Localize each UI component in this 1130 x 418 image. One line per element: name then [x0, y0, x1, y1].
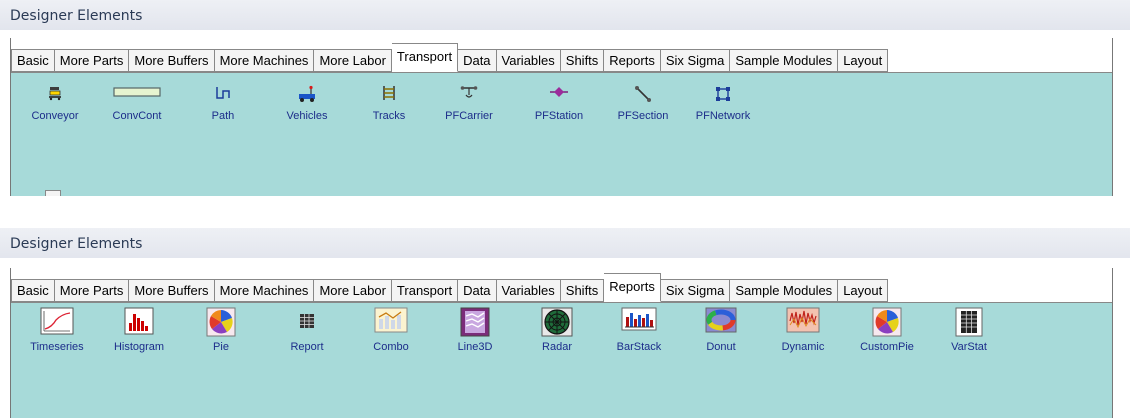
element-label: PFNetwork — [695, 110, 751, 122]
tab-transport[interactable]: Transport — [391, 43, 459, 72]
element-label: PFStation — [534, 110, 584, 122]
tab-strip: Basic More Parts More Buffers More Machi… — [11, 38, 1112, 72]
element-label: Combo — [373, 341, 409, 353]
element-label: Donut — [706, 341, 736, 353]
scroll-stub — [45, 190, 61, 196]
tracks-icon — [381, 85, 397, 106]
designer-elements-panel-transport: Designer Elements Basic More Parts More … — [0, 0, 1130, 196]
element-label: Conveyor — [31, 110, 79, 122]
panel-title: Designer Elements — [10, 236, 143, 252]
path-icon — [214, 85, 232, 106]
tab-six-sigma[interactable]: Six Sigma — [660, 279, 731, 302]
tab-data[interactable]: Data — [458, 279, 497, 302]
tab-more-parts[interactable]: More Parts — [54, 49, 130, 72]
tab-reports[interactable]: Reports — [604, 49, 661, 72]
element-label: Path — [211, 110, 235, 122]
tab-basic[interactable]: Basic — [11, 49, 55, 72]
element-label: Timeseries — [30, 341, 84, 353]
dynamic-chart-icon — [786, 307, 820, 338]
panel-header: Designer Elements — [0, 0, 1130, 31]
element-label: VarStat — [951, 341, 987, 353]
tab-strip: Basic More Parts More Buffers More Machi… — [11, 268, 1112, 302]
combo-chart-icon — [374, 307, 408, 338]
tab-more-machines[interactable]: More Machines — [214, 279, 315, 302]
histogram-chart-icon — [124, 307, 154, 340]
tab-reports[interactable]: Reports — [604, 273, 661, 302]
element-label: CustomPie — [860, 341, 914, 353]
barstack-chart-icon — [621, 307, 657, 336]
tab-data[interactable]: Data — [458, 49, 497, 72]
element-label: ConvCont — [112, 110, 162, 122]
pf-carrier-icon — [460, 85, 478, 106]
custom-pie-chart-icon — [872, 307, 902, 342]
tab-six-sigma[interactable]: Six Sigma — [660, 49, 731, 72]
designer-elements-panel-reports: Designer Elements Basic More Parts More … — [0, 228, 1130, 418]
tab-sample-modules[interactable]: Sample Modules — [730, 49, 839, 72]
tab-control: Basic More Parts More Buffers More Machi… — [10, 38, 1113, 196]
line3d-chart-icon — [460, 307, 490, 342]
tab-shifts[interactable]: Shifts — [560, 49, 605, 72]
element-label: Line3D — [457, 341, 493, 353]
tab-control: Basic More Parts More Buffers More Machi… — [10, 268, 1113, 418]
report-table-icon — [293, 307, 321, 340]
radar-chart-icon — [541, 307, 573, 342]
tab-variables[interactable]: Variables — [496, 279, 561, 302]
tab-variables[interactable]: Variables — [496, 49, 561, 72]
tab-more-buffers[interactable]: More Buffers — [129, 279, 215, 302]
tab-sample-modules[interactable]: Sample Modules — [730, 279, 839, 302]
element-label: Radar — [542, 341, 572, 353]
report-elements-area: Timeseries Histogram Pie Report Combo Li… — [11, 302, 1112, 418]
donut-chart-icon — [705, 307, 737, 338]
tab-layout[interactable]: Layout — [838, 49, 889, 72]
pf-network-icon — [714, 85, 732, 108]
vehicle-icon — [297, 85, 317, 108]
panel-header: Designer Elements — [0, 228, 1130, 261]
timeseries-chart-icon — [40, 307, 74, 340]
pf-section-icon — [634, 85, 652, 108]
tab-more-parts[interactable]: More Parts — [54, 279, 130, 302]
element-label: Report — [290, 341, 324, 353]
element-label: PFSection — [617, 110, 669, 122]
element-label: Pie — [213, 341, 229, 353]
tab-more-labor[interactable]: More Labor — [314, 279, 392, 302]
tab-shifts[interactable]: Shifts — [560, 279, 605, 302]
varstat-icon — [955, 307, 983, 342]
element-label: Dynamic — [781, 341, 825, 353]
tab-more-buffers[interactable]: More Buffers — [129, 49, 215, 72]
panel-title: Designer Elements — [10, 8, 143, 24]
tab-more-labor[interactable]: More Labor — [314, 49, 392, 72]
tab-layout[interactable]: Layout — [838, 279, 889, 302]
conveyor-container-icon — [113, 85, 161, 103]
tab-basic[interactable]: Basic — [11, 279, 55, 302]
tab-transport[interactable]: Transport — [391, 279, 459, 302]
pf-station-icon — [549, 85, 569, 104]
conveyor-icon — [47, 85, 63, 106]
element-label: PFCarrier — [445, 110, 493, 122]
tab-more-machines[interactable]: More Machines — [214, 49, 315, 72]
element-label: Histogram — [113, 341, 165, 353]
transport-elements-area: Conveyor ConvCont Path Vehicles Tracks P… — [11, 72, 1112, 196]
element-label: BarStack — [616, 341, 662, 353]
element-label: Tracks — [372, 110, 406, 122]
pie-chart-icon — [206, 307, 236, 342]
element-label: Vehicles — [286, 110, 328, 122]
